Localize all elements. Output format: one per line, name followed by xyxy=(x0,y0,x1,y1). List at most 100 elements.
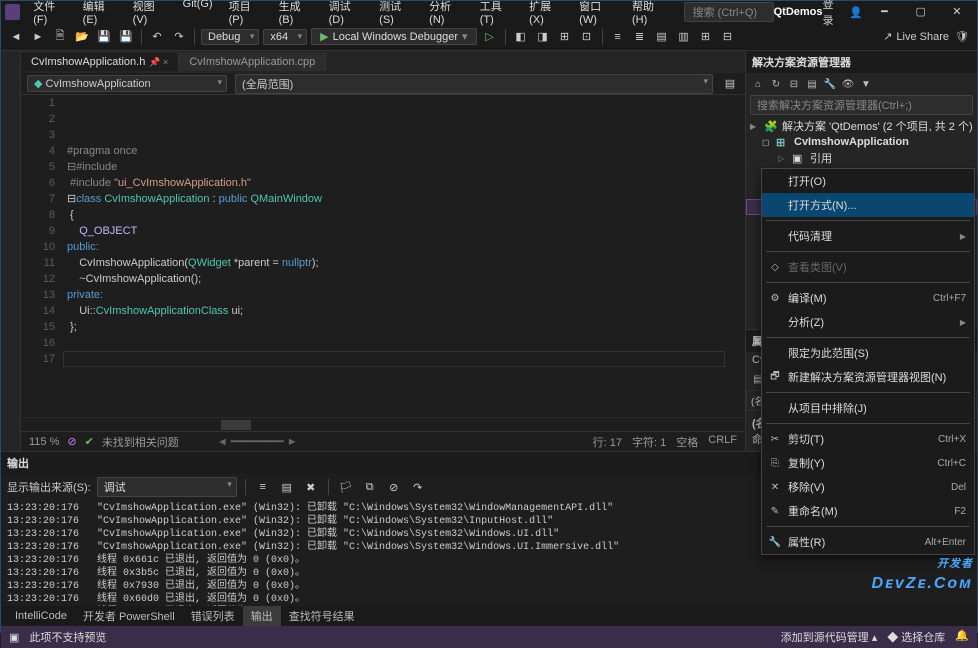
explorer-search[interactable]: 搜索解决方案资源管理器(Ctrl+;) xyxy=(750,95,973,115)
ctx-view-class: ◇查看类图(V) xyxy=(762,255,974,279)
menu-f[interactable]: 文件(F) xyxy=(26,0,73,28)
references-node[interactable]: ▷▣引用 xyxy=(746,149,977,167)
menubar: 文件(F)编辑(E)视图(V)Git(G)项目(P)生成(B)调试(D)测试(S… xyxy=(26,0,673,28)
out-tool-err[interactable]: ⊘ xyxy=(385,478,403,496)
toolbar-icon-4[interactable]: ⊡ xyxy=(578,28,596,46)
ctx-code-cleanup[interactable]: 代码清理▶ xyxy=(762,224,974,248)
split-icon[interactable]: ▤ xyxy=(721,75,739,93)
menu-w[interactable]: 窗口(W) xyxy=(572,0,623,28)
zoom-level[interactable]: 115 % xyxy=(29,436,59,448)
menu-e[interactable]: 编辑(E) xyxy=(76,0,124,28)
menu-n[interactable]: 分析(N) xyxy=(422,0,471,28)
ctx-scope[interactable]: 限定为此范围(S) xyxy=(762,341,974,365)
output-source-dropdown[interactable]: 调试 xyxy=(97,477,237,497)
bottom-tab[interactable]: 错误列表 xyxy=(183,606,243,626)
ctx-rename[interactable]: ✎重命名(M)F2 xyxy=(762,499,974,523)
project-node[interactable]: ▢⊞CvImshowApplication xyxy=(746,135,977,149)
breadcrumb-region[interactable]: (全局范围) xyxy=(235,74,713,94)
ws-indicator[interactable]: 空格 xyxy=(676,434,698,450)
out-tool-3[interactable]: ✖ xyxy=(302,478,320,496)
breadcrumb-scope[interactable]: ◆ CvImshowApplication xyxy=(27,75,227,92)
ctx-exclude[interactable]: 从项目中排除(J) xyxy=(762,396,974,420)
ctx-copy[interactable]: ⎘复制(Y)Ctrl+C xyxy=(762,451,974,475)
properties-icon[interactable]: 🔧 xyxy=(822,76,838,92)
save-icon[interactable]: 💾 xyxy=(95,28,113,46)
menu-v[interactable]: 视图(V) xyxy=(126,0,174,28)
maximize-button[interactable]: ▢ xyxy=(905,2,937,22)
home-icon[interactable]: ⌂ xyxy=(750,76,766,92)
output-from-label: 显示输出来源(S): xyxy=(7,479,91,495)
ctx-remove[interactable]: ✕移除(V)Del xyxy=(762,475,974,499)
ready-icon: ▣ xyxy=(9,631,19,644)
ctx-open[interactable]: 打开(O) xyxy=(762,169,974,193)
menu-p[interactable]: 项目(P) xyxy=(222,0,270,28)
play-no-debug-icon[interactable]: ▷ xyxy=(481,28,499,46)
toolbar-icon-3[interactable]: ⊞ xyxy=(556,28,574,46)
save-all-icon[interactable]: 💾 xyxy=(117,28,135,46)
bottom-tab[interactable]: IntelliCode xyxy=(7,608,75,624)
ctx-compile[interactable]: ⚙编译(M)Ctrl+F7 xyxy=(762,286,974,310)
ctx-new-view[interactable]: 🗗新建解决方案资源管理器视图(N) xyxy=(762,365,974,389)
live-share-button[interactable]: Live Share xyxy=(896,31,949,43)
ctx-analyze[interactable]: 分析(Z)▶ xyxy=(762,310,974,334)
minimize-button[interactable]: ━ xyxy=(868,2,900,22)
menu-h[interactable]: 帮助(H) xyxy=(625,0,674,28)
filter-icon[interactable]: ▼ xyxy=(858,76,874,92)
ctx-open-with[interactable]: 打开方式(N)... xyxy=(762,193,974,217)
close-button[interactable]: ✕ xyxy=(941,2,973,22)
collapse-icon[interactable]: ⊟ xyxy=(786,76,802,92)
code-editor[interactable]: 1234567891011121314151617 #pragma once⊟#… xyxy=(21,95,745,417)
bottom-tabs: IntelliCode开发者 PowerShell错误列表输出查找符号结果 xyxy=(1,606,977,626)
menu-gitg[interactable]: Git(G) xyxy=(176,0,220,28)
menu-t[interactable]: 工具(T) xyxy=(473,0,520,28)
forward-icon[interactable]: ► xyxy=(29,28,47,46)
preview-icon[interactable]: 👁 xyxy=(840,76,856,92)
toolbar-icon-1[interactable]: ◧ xyxy=(512,28,530,46)
config-dropdown[interactable]: Debug xyxy=(201,29,259,45)
out-tool-thread[interactable]: ⧉ xyxy=(361,478,379,496)
out-tool-1[interactable]: ≡ xyxy=(254,478,272,496)
bottom-tab[interactable]: 查找符号结果 xyxy=(281,606,363,626)
new-project-icon[interactable]: 🗎 xyxy=(51,28,69,46)
undo-icon[interactable]: ↶ xyxy=(148,28,166,46)
menu-x[interactable]: 扩展(X) xyxy=(522,0,570,28)
select-repo[interactable]: ◆ 选择仓库 xyxy=(887,629,945,645)
open-icon[interactable]: 📂 xyxy=(73,28,91,46)
solution-node[interactable]: ▶🧩解决方案 'QtDemos' (2 个项目, 共 2 个) xyxy=(746,117,977,135)
start-debug-button[interactable]: ▶ Local Windows Debugger ▾ xyxy=(311,28,476,45)
toolbar-icon-9[interactable]: ⊞ xyxy=(697,28,715,46)
toolbar-icon-2[interactable]: ◨ xyxy=(534,28,552,46)
ok-icon: ✔ xyxy=(85,435,94,448)
toolbar-icon-6[interactable]: ≣ xyxy=(631,28,649,46)
line-indicator[interactable]: 行: 17 xyxy=(593,434,622,450)
back-icon[interactable]: ◄ xyxy=(7,28,25,46)
toolbar-icon-7[interactable]: ▤ xyxy=(653,28,671,46)
h-scrollbar[interactable] xyxy=(21,417,745,431)
bottom-tab[interactable]: 开发者 PowerShell xyxy=(75,606,183,626)
toolbar-icon-5[interactable]: ≡ xyxy=(609,28,627,46)
out-tool-step[interactable]: ↷ xyxy=(409,478,427,496)
doc-tab[interactable]: CvImshowApplication.h 📌 × xyxy=(21,53,179,71)
search-input[interactable]: 搜索 (Ctrl+Q) xyxy=(684,2,774,22)
doc-tab[interactable]: CvImshowApplication.cpp xyxy=(179,53,326,71)
notifications-icon[interactable]: 🔔 xyxy=(955,629,969,645)
ctx-cut[interactable]: ✂剪切(T)Ctrl+X xyxy=(762,427,974,451)
sync-icon[interactable]: ↻ xyxy=(768,76,784,92)
out-tool-flag[interactable]: 🏳 xyxy=(337,478,355,496)
show-all-icon[interactable]: ▤ xyxy=(804,76,820,92)
account-icon[interactable]: 👤 xyxy=(847,3,864,21)
toolbar-icon-10[interactable]: ⊟ xyxy=(719,28,737,46)
bottom-tab[interactable]: 输出 xyxy=(243,606,281,626)
char-indicator[interactable]: 字符: 1 xyxy=(632,434,666,450)
out-tool-2[interactable]: ▤ xyxy=(278,478,296,496)
add-source-control[interactable]: 添加到源代码管理 ▴ xyxy=(781,629,878,645)
platform-dropdown[interactable]: x64 xyxy=(263,29,307,45)
menu-s[interactable]: 测试(S) xyxy=(372,0,420,28)
menu-d[interactable]: 调试(D) xyxy=(322,0,371,28)
redo-icon[interactable]: ↷ xyxy=(170,28,188,46)
login-link[interactable]: 登录 xyxy=(823,0,844,28)
toolbar-icon-8[interactable]: ▥ xyxy=(675,28,693,46)
ctx-properties[interactable]: 🔧属性(R)Alt+Enter xyxy=(762,530,974,554)
menu-b[interactable]: 生成(B) xyxy=(272,0,320,28)
enc-indicator[interactable]: CRLF xyxy=(708,434,737,450)
